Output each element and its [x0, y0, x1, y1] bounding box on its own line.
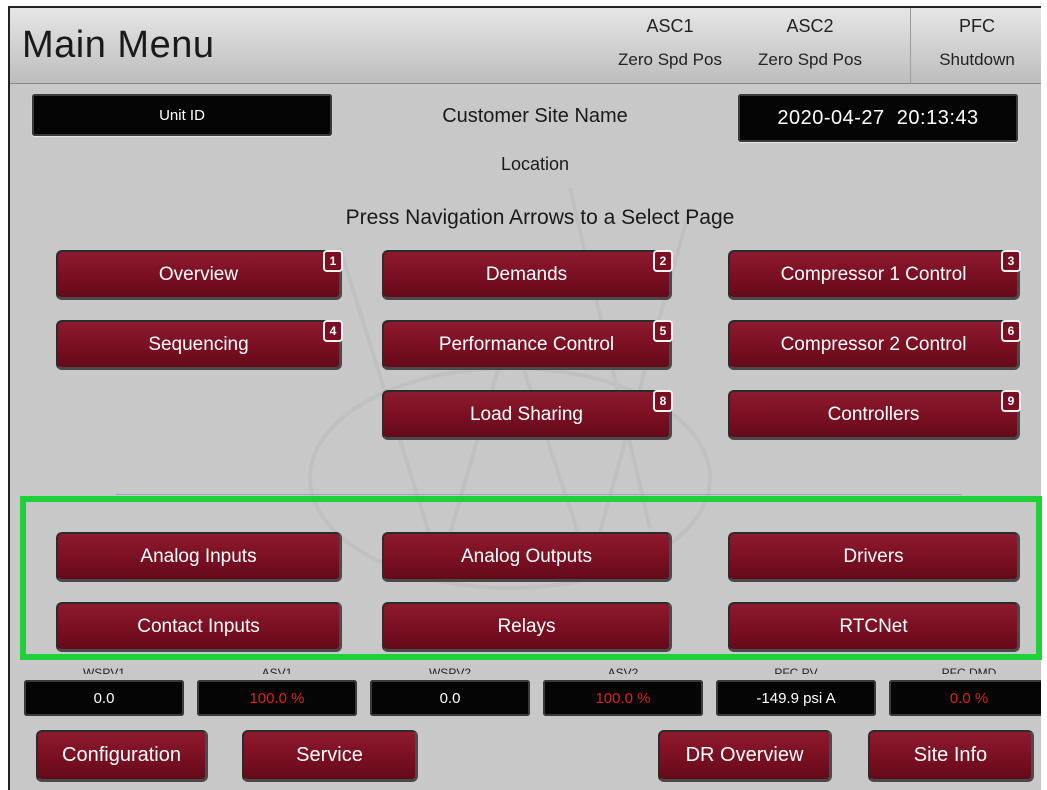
asc2-status: ASC2 Zero Spd Pos: [740, 8, 880, 84]
analog-inputs-button[interactable]: Analog Inputs: [56, 532, 342, 582]
asc1-status-name: ASC1: [646, 16, 694, 36]
page-number-badge: 6: [1001, 320, 1021, 342]
page-number-badge: 5: [653, 320, 673, 342]
title-bar: Main Menu ASC1 Zero Spd Pos ASC2 Zero Sp…: [10, 8, 1041, 84]
asc1-status-state: Zero Spd Pos: [618, 50, 722, 69]
readout-label: WSPV1: [82, 666, 125, 674]
sequencing-button[interactable]: Sequencing 4: [56, 320, 343, 370]
readout-label: WSPV2: [428, 666, 471, 674]
readout-value: 0.0: [24, 680, 184, 716]
relays-button-label: Relays: [497, 615, 556, 637]
contact-inputs-button[interactable]: Contact Inputs: [56, 602, 342, 652]
page-title: Main Menu: [22, 24, 215, 66]
load-sharing-button-label: Load Sharing: [469, 403, 584, 425]
readout-label: ASV1: [261, 666, 293, 674]
demands-button[interactable]: Demands 2: [382, 250, 673, 300]
pfc-status-name: PFC: [959, 16, 995, 36]
page-number-badge: 4: [323, 320, 343, 342]
contact-inputs-button-label: Contact Inputs: [137, 615, 260, 637]
readout-label: PFC DMD: [941, 666, 997, 674]
page-number-badge: 3: [1001, 250, 1021, 272]
controllers-button[interactable]: Controllers 9: [728, 390, 1021, 440]
section-divider: [116, 494, 962, 495]
page-number-badge: 9: [1001, 390, 1021, 412]
page-number-badge: 1: [323, 250, 343, 272]
performance-control-button[interactable]: Performance Control 5: [382, 320, 673, 370]
readout-value: 100.0 %: [197, 680, 357, 716]
compressor-1-control-button-label: Compressor 1 Control: [780, 263, 967, 285]
readout-value: 0.0 %: [889, 680, 1041, 716]
performance-control-button-label: Performance Control: [438, 333, 615, 355]
readout-label: ASV2: [607, 666, 639, 674]
asc1-status: ASC1 Zero Spd Pos: [600, 8, 740, 84]
dr-overview-button-label: DR Overview: [685, 744, 804, 766]
compressor-1-control-button[interactable]: Compressor 1 Control 3: [728, 250, 1021, 300]
analog-inputs-button-label: Analog Inputs: [140, 545, 257, 567]
service-button[interactable]: Service: [242, 730, 418, 782]
drivers-button[interactable]: Drivers: [728, 532, 1020, 582]
configuration-button[interactable]: Configuration: [36, 730, 208, 782]
page-number-badge: 2: [653, 250, 673, 272]
dr-overview-button[interactable]: DR Overview: [658, 730, 832, 782]
asc2-status-name: ASC2: [786, 16, 834, 36]
rtcnet-button[interactable]: RTCNet: [728, 602, 1020, 652]
pfc-status: PFC Shutdown: [910, 8, 1041, 84]
readout-value: 100.0 %: [543, 680, 703, 716]
readout-value: 0.0: [370, 680, 530, 716]
analog-outputs-button-label: Analog Outputs: [461, 545, 592, 567]
analog-outputs-button[interactable]: Analog Outputs: [382, 532, 672, 582]
site-info-button-label: Site Info: [913, 744, 988, 766]
readout-value: -149.9 psi A: [716, 680, 876, 716]
unit-id-display: Unit ID: [32, 94, 332, 136]
overview-button-label: Overview: [158, 263, 239, 285]
demands-button-label: Demands: [485, 263, 568, 285]
controllers-button-label: Controllers: [827, 403, 920, 425]
site-info-button[interactable]: Site Info: [868, 730, 1034, 782]
drivers-button-label: Drivers: [843, 545, 904, 567]
rtcnet-button-label: RTCNet: [839, 615, 908, 637]
sequencing-button-label: Sequencing: [148, 333, 249, 355]
overview-button[interactable]: Overview 1: [56, 250, 343, 300]
relays-button[interactable]: Relays: [382, 602, 672, 652]
service-button-label: Service: [296, 744, 363, 766]
asc2-status-state: Zero Spd Pos: [758, 50, 862, 69]
navigation-instruction: Press Navigation Arrows to a Select Page: [345, 206, 735, 229]
compressor-2-control-button[interactable]: Compressor 2 Control 6: [728, 320, 1021, 370]
date-time-display: 2020-04-27 20:13:43: [738, 94, 1018, 142]
configuration-button-label: Configuration: [62, 744, 181, 766]
customer-site-name: Customer Site Name: [442, 105, 628, 127]
readout-label: PFC PV: [774, 666, 818, 674]
compressor-2-control-button-label: Compressor 2 Control: [780, 333, 967, 355]
location-label: Location: [500, 154, 570, 174]
hmi-screen: Main Menu ASC1 Zero Spd Pos ASC2 Zero Sp…: [8, 6, 1041, 790]
load-sharing-button[interactable]: Load Sharing 8: [382, 390, 673, 440]
page-number-badge: 8: [653, 390, 673, 412]
pfc-status-state: Shutdown: [939, 50, 1015, 69]
